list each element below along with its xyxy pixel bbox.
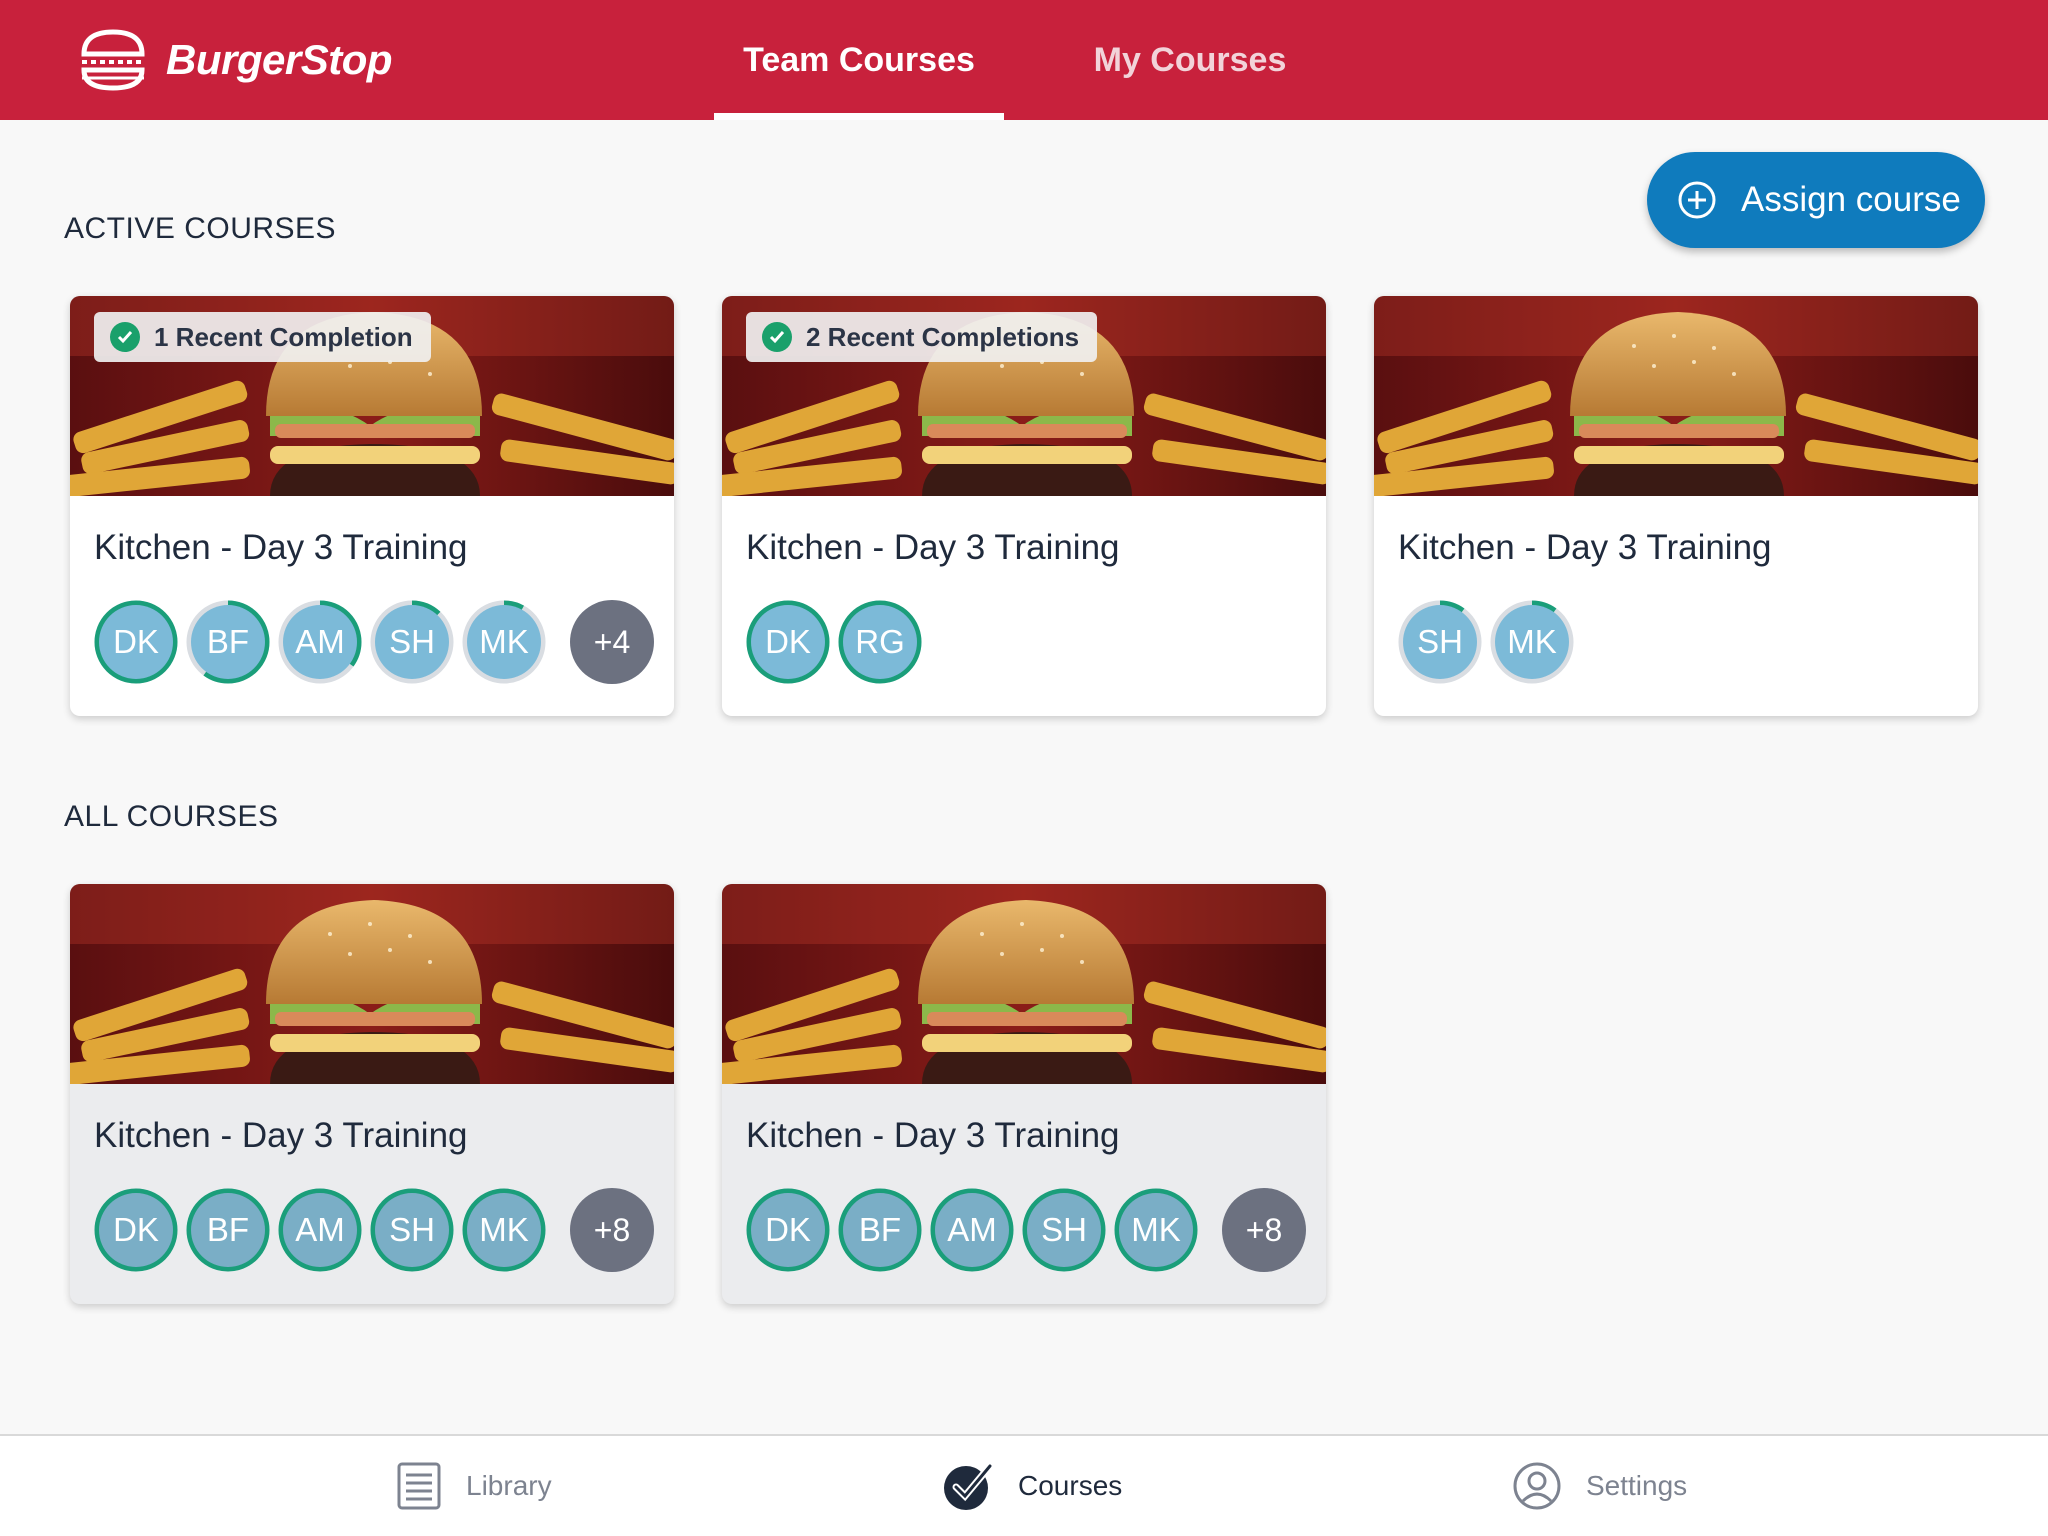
- member-avatar[interactable]: DK: [746, 600, 830, 684]
- member-list: DK BF AM SH MK +4: [94, 600, 654, 684]
- completion-badge: 2 Recent Completions: [746, 312, 1098, 362]
- avatar-initials: RG: [843, 605, 917, 679]
- course-title: Kitchen - Day 3 Training: [94, 528, 468, 567]
- library-icon: [397, 1462, 441, 1510]
- nav-label: Library: [466, 1470, 552, 1501]
- more-members-count[interactable]: +8: [570, 1188, 654, 1272]
- course-title: Kitchen - Day 3 Training: [746, 1116, 1120, 1155]
- member-avatar[interactable]: SH: [370, 600, 454, 684]
- avatar-initials: DK: [751, 1193, 825, 1267]
- course-card[interactable]: Kitchen - Day 3 Training SH MK: [1374, 296, 1978, 716]
- burger-photo: [1374, 296, 1978, 496]
- member-avatar[interactable]: MK: [1490, 600, 1574, 684]
- brand-name: BurgerStop: [166, 36, 393, 83]
- nav-settings[interactable]: Settings: [1512, 1436, 1687, 1536]
- tab-team-courses[interactable]: Team Courses: [714, 0, 1004, 120]
- avatar-initials: SH: [1403, 605, 1477, 679]
- avatar-initials: MK: [1119, 1193, 1193, 1267]
- avatar-initials: MK: [1495, 605, 1569, 679]
- avatar-initials: SH: [375, 605, 449, 679]
- assign-course-label: Assign course: [1741, 180, 1961, 219]
- brand-logo[interactable]: BurgerStop: [78, 24, 393, 96]
- avatar-initials: SH: [375, 1193, 449, 1267]
- course-card[interactable]: Kitchen - Day 3 Training DK BF AM SH MK +8: [722, 884, 1326, 1304]
- member-list: SH MK: [1398, 600, 1574, 684]
- member-avatar[interactable]: AM: [278, 600, 362, 684]
- course-card[interactable]: 1 Recent Completion Kitchen - Day 3 Train…: [70, 296, 674, 716]
- more-members-count[interactable]: +8: [1222, 1188, 1306, 1272]
- assign-course-button[interactable]: Assign course: [1647, 152, 1985, 248]
- avatar-initials: MK: [467, 1193, 541, 1267]
- avatar-initials: AM: [283, 1193, 357, 1267]
- all-courses-heading: ALL COURSES: [64, 800, 279, 833]
- member-avatar[interactable]: BF: [186, 1188, 270, 1272]
- nav-library[interactable]: Library: [396, 1436, 552, 1536]
- bottom-navigation: Library Courses Settings: [0, 1434, 2048, 1536]
- avatar-initials: MK: [467, 605, 541, 679]
- more-members-count[interactable]: +4: [570, 600, 654, 684]
- avatar-initials: BF: [191, 1193, 265, 1267]
- avatar-initials: BF: [843, 1193, 917, 1267]
- course-card[interactable]: 2 Recent Completions Kitchen - Day 3 Trai…: [722, 296, 1326, 716]
- member-avatar[interactable]: DK: [746, 1188, 830, 1272]
- avatar-initials: AM: [283, 605, 357, 679]
- check-icon: [762, 322, 792, 352]
- badge-label: 2 Recent Completions: [806, 321, 1080, 352]
- burger-logo-icon: [81, 29, 145, 91]
- avatar-initials: DK: [99, 605, 173, 679]
- plus-circle-icon: [1678, 181, 1716, 219]
- member-avatar[interactable]: AM: [278, 1188, 362, 1272]
- tab-my-courses[interactable]: My Courses: [1060, 0, 1320, 120]
- avatar-initials: BF: [191, 605, 265, 679]
- course-card[interactable]: Kitchen - Day 3 Training DK BF AM SH MK +8: [70, 884, 674, 1304]
- course-title: Kitchen - Day 3 Training: [1398, 528, 1772, 567]
- tab-label: My Courses: [1093, 40, 1287, 79]
- course-image: [1374, 296, 1978, 496]
- burger-photo: [70, 884, 674, 1084]
- completion-badge: 1 Recent Completion: [94, 312, 431, 362]
- member-avatar[interactable]: AM: [930, 1188, 1014, 1272]
- course-image: 2 Recent Completions: [722, 296, 1326, 496]
- member-avatar[interactable]: DK: [94, 600, 178, 684]
- badge-label: 1 Recent Completion: [154, 321, 413, 352]
- nav-label: Settings: [1586, 1470, 1688, 1501]
- course-title: Kitchen - Day 3 Training: [746, 528, 1120, 567]
- tab-label: Team Courses: [743, 40, 975, 79]
- course-image: 1 Recent Completion: [70, 296, 674, 496]
- course-image: [722, 884, 1326, 1084]
- member-list: DK BF AM SH MK +8: [94, 1188, 654, 1272]
- burger-photo: [722, 884, 1326, 1084]
- avatar-initials: SH: [1027, 1193, 1101, 1267]
- nav-courses[interactable]: Courses: [942, 1436, 1122, 1536]
- member-avatar[interactable]: SH: [370, 1188, 454, 1272]
- user-circle-icon: [1513, 1462, 1561, 1510]
- avatar-initials: DK: [751, 605, 825, 679]
- member-avatar[interactable]: SH: [1398, 600, 1482, 684]
- member-avatar[interactable]: SH: [1022, 1188, 1106, 1272]
- member-avatar[interactable]: MK: [462, 600, 546, 684]
- member-avatar[interactable]: MK: [462, 1188, 546, 1272]
- member-avatar[interactable]: DK: [94, 1188, 178, 1272]
- course-image: [70, 884, 674, 1084]
- avatar-initials: AM: [935, 1193, 1009, 1267]
- member-list: DK RG: [746, 600, 922, 684]
- member-avatar[interactable]: MK: [1114, 1188, 1198, 1272]
- app-header: BurgerStop Team Courses My Courses: [0, 0, 2048, 120]
- member-avatar[interactable]: BF: [838, 1188, 922, 1272]
- member-list: DK BF AM SH MK +8: [746, 1188, 1306, 1272]
- course-title: Kitchen - Day 3 Training: [94, 1116, 468, 1155]
- member-avatar[interactable]: BF: [186, 600, 270, 684]
- check-icon: [110, 322, 140, 352]
- member-avatar[interactable]: RG: [838, 600, 922, 684]
- check-circle-icon: [944, 1462, 994, 1510]
- active-courses-heading: ACTIVE COURSES: [64, 212, 337, 245]
- nav-label: Courses: [1018, 1470, 1123, 1501]
- avatar-initials: DK: [99, 1193, 173, 1267]
